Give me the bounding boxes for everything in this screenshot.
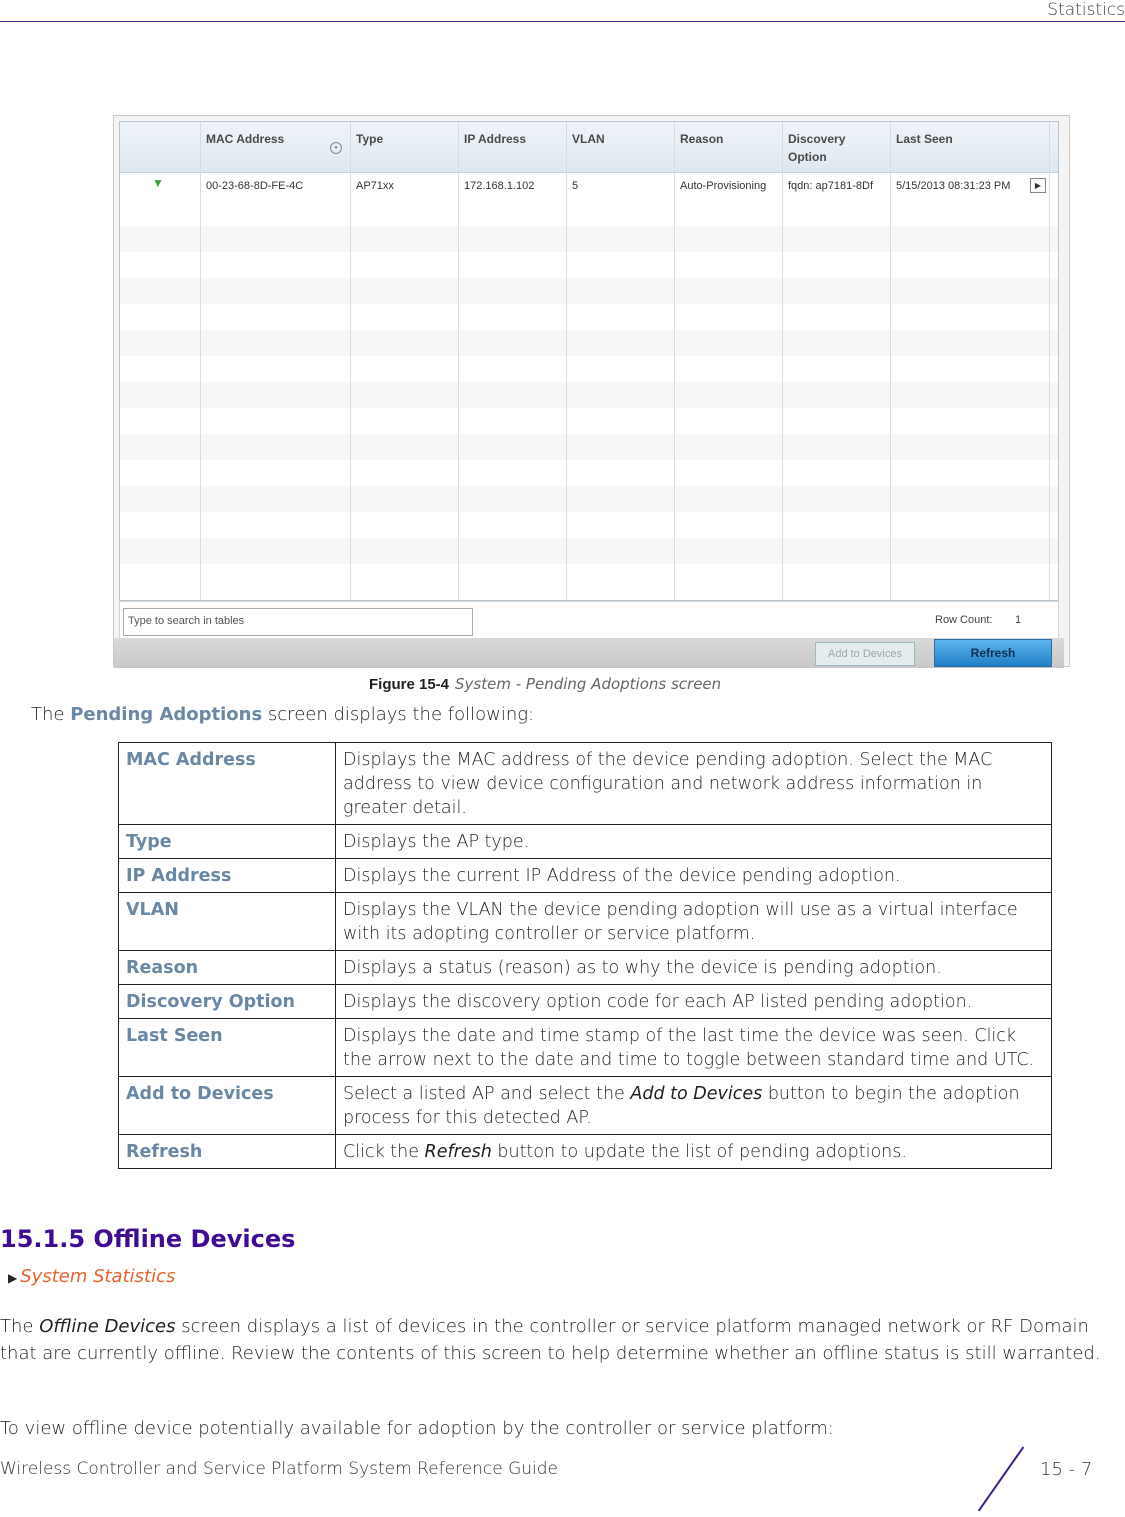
row-stripe — [120, 330, 1058, 356]
table-row[interactable]: ▼ 00-23-68-8D-FE-4C AP71xx 172.168.1.102… — [120, 172, 1058, 197]
intro-term: Pending Adoptions — [70, 704, 263, 725]
green-arrow-down-icon: ▼ — [152, 176, 164, 190]
cell-last-seen: 5/15/2013 08:31:23 PM — [896, 180, 1011, 192]
term: Discovery Option — [118, 984, 336, 1019]
term: IP Address — [118, 858, 336, 893]
cell-discovery: fqdn: ap7181-8Df — [788, 180, 874, 192]
definition-row: MAC Address Displays the MAC address of t… — [118, 742, 1052, 825]
sort-icon[interactable]: • — [330, 142, 342, 154]
term: Refresh — [118, 1134, 336, 1169]
running-head: Statistics — [1047, 0, 1125, 20]
desc-emphasis: Refresh — [424, 1142, 492, 1162]
description: Displays the discovery option code for e… — [335, 984, 1052, 1019]
row-stripe — [120, 226, 1058, 252]
term: VLAN — [118, 892, 336, 951]
row-stripe — [120, 278, 1058, 304]
figure-caption: Figure 15-4 System - Pending Adoptions sc… — [369, 675, 721, 693]
term: Reason — [118, 950, 336, 985]
intro-prefix: The — [31, 704, 71, 725]
body-paragraph: The Offline Devices screen displays a li… — [0, 1313, 1110, 1367]
description: Displays a status (reason) as to why the… — [335, 950, 1052, 985]
intro-suffix: screen displays the following: — [262, 704, 535, 725]
definition-row: Refresh Click the Refresh button to updat… — [118, 1134, 1052, 1169]
header-rule — [0, 21, 1125, 22]
row-stripe — [120, 486, 1058, 512]
grid-toolbar: Type to search in tables Row Count: 1 — [119, 601, 1059, 643]
add-to-devices-button[interactable]: Add to Devices — [815, 642, 915, 666]
figure-title: System - Pending Adoptions screen — [455, 675, 722, 693]
definition-row: Discovery Option Displays the discovery o… — [118, 984, 1052, 1019]
link-marker-icon: ▶ — [8, 1271, 18, 1285]
col-header-type[interactable]: Type — [356, 130, 383, 148]
xref-text[interactable]: System Statistics — [20, 1266, 175, 1287]
col-header-last-seen[interactable]: Last Seen — [896, 130, 953, 148]
term: Last Seen — [118, 1018, 336, 1077]
row-stripe — [120, 382, 1058, 408]
definition-row: Type Displays the AP type. — [118, 824, 1052, 859]
definition-row: VLAN Displays the VLAN the device pending… — [118, 892, 1052, 951]
description: Select a listed AP and select the Add to… — [335, 1076, 1052, 1135]
description: Displays the AP type. — [335, 824, 1052, 859]
cell-vlan: 5 — [572, 180, 579, 192]
definition-row: Add to Devices Select a listed AP and sel… — [118, 1076, 1052, 1135]
col-header-discovery[interactable]: Discovery Option — [788, 130, 845, 166]
description: Click the Refresh button to update the l… — [335, 1134, 1052, 1169]
row-count-value: 1 — [1015, 614, 1022, 626]
description: Displays the MAC address of the device p… — [335, 742, 1052, 825]
description: Displays the date and time stamp of the … — [335, 1018, 1052, 1077]
col-header-reason[interactable]: Reason — [680, 130, 723, 148]
figure-label: Figure 15-4 — [369, 676, 450, 693]
term: MAC Address — [118, 742, 336, 825]
row-stripe — [120, 434, 1058, 460]
row-count-label: Row Count: — [935, 614, 993, 626]
col-header-ip[interactable]: IP Address — [464, 130, 526, 148]
page-number: 15 - 7 — [1040, 1459, 1093, 1480]
button-bar: Add to Devices Refresh — [114, 638, 1064, 668]
cell-ip: 172.168.1.102 — [464, 180, 535, 192]
toggle-time-icon[interactable]: ▶ — [1030, 178, 1046, 193]
intro-paragraph: The Pending Adoptions screen displays th… — [31, 704, 534, 725]
description: Displays the current IP Address of the d… — [335, 858, 1052, 893]
pending-adoptions-screenshot: MAC Address • Type IP Address VLAN Reaso… — [113, 115, 1070, 668]
search-input[interactable]: Type to search in tables — [123, 608, 473, 636]
cell-type: AP71xx — [356, 180, 394, 192]
desc-emphasis: Add to Devices — [630, 1084, 763, 1104]
definition-row: IP Address Displays the current IP Addres… — [118, 858, 1052, 893]
desc-text: Click the — [343, 1142, 425, 1162]
footer-title: Wireless Controller and Service Platform… — [0, 1459, 559, 1479]
desc-text: Select a listed AP and select the — [343, 1084, 631, 1104]
cross-reference-link[interactable]: ▶ System Statistics — [8, 1266, 175, 1287]
refresh-button[interactable]: Refresh — [934, 639, 1052, 667]
para-text: The — [0, 1316, 40, 1337]
term: Type — [118, 824, 336, 859]
term: Add to Devices — [118, 1076, 336, 1135]
definition-row: Last Seen Displays the date and time stam… — [118, 1018, 1052, 1077]
footer-slash-decoration — [977, 1446, 1025, 1512]
col-header-mac[interactable]: MAC Address — [206, 130, 284, 148]
col-header-vlan[interactable]: VLAN — [572, 130, 605, 148]
para-emphasis: Offline Devices — [39, 1316, 176, 1337]
section-heading: 15.1.5 Offline Devices — [0, 1225, 296, 1253]
cell-reason: Auto-Provisioning — [680, 180, 767, 192]
description: Displays the VLAN the device pending ado… — [335, 892, 1052, 951]
definition-row: Reason Displays a status (reason) as to w… — [118, 950, 1052, 985]
row-stripe — [120, 538, 1058, 564]
definitions-table: MAC Address Displays the MAC address of t… — [118, 742, 1052, 1169]
body-paragraph: To view offline device potentially avail… — [0, 1418, 834, 1439]
pending-adoptions-grid: MAC Address • Type IP Address VLAN Reaso… — [119, 121, 1059, 601]
desc-text: button to update the list of pending ado… — [491, 1142, 907, 1162]
cell-mac[interactable]: 00-23-68-8D-FE-4C — [206, 180, 303, 192]
